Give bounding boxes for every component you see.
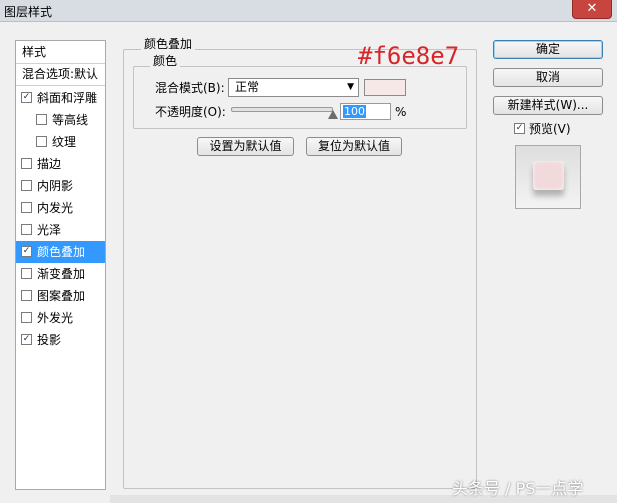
style-item-label: 内阴影 xyxy=(37,179,74,193)
styles-list: 样式 混合选项:默认 ✓ 斜面和浮雕 等高线 纹理 描边 内阴影 内发光 光泽 ✓ 颜色叠加 渐变叠… xyxy=(15,40,106,490)
style-item[interactable]: ✓ 投影 xyxy=(16,329,105,351)
style-item[interactable]: 内发光 xyxy=(16,197,105,219)
style-item-label: 等高线 xyxy=(52,113,89,127)
style-item[interactable]: 纹理 xyxy=(16,131,105,153)
style-item-label: 外发光 xyxy=(37,311,74,325)
style-item-label: 渐变叠加 xyxy=(37,267,86,281)
reset-default-button[interactable]: 复位为默认值 xyxy=(306,137,402,156)
style-item-label: 纹理 xyxy=(52,135,77,149)
checkbox-icon[interactable] xyxy=(21,202,32,213)
checkbox-icon[interactable] xyxy=(21,312,32,323)
checkbox-checked-icon[interactable]: ✓ xyxy=(21,246,32,257)
blend-mode-label: 混合模式(B): xyxy=(155,81,225,95)
style-item[interactable]: 光泽 xyxy=(16,219,105,241)
style-item-label: 光泽 xyxy=(37,223,62,237)
style-item[interactable]: 外发光 xyxy=(16,307,105,329)
slider-thumb-icon[interactable] xyxy=(328,110,338,119)
checkbox-icon[interactable] xyxy=(21,180,32,191)
style-item[interactable]: 描边 xyxy=(16,153,105,175)
checkbox-icon[interactable] xyxy=(36,114,47,125)
checkbox-icon[interactable] xyxy=(21,268,32,279)
new-style-button[interactable]: 新建样式(W)... xyxy=(493,96,603,115)
checkbox-icon[interactable] xyxy=(21,224,32,235)
style-item[interactable]: ✓ 颜色叠加 xyxy=(16,241,105,263)
cancel-button[interactable]: 取消 xyxy=(493,68,603,87)
blend-mode-select[interactable]: 正常 ▼ xyxy=(228,78,359,97)
list-divider xyxy=(16,85,105,86)
watermark: 头条号 / PS一点学 xyxy=(452,479,584,498)
style-item[interactable]: 渐变叠加 xyxy=(16,263,105,285)
opacity-unit: % xyxy=(395,105,407,119)
checkbox-checked-icon[interactable]: ✓ xyxy=(21,334,32,345)
style-item[interactable]: 内阴影 xyxy=(16,175,105,197)
checkbox-icon[interactable] xyxy=(21,290,32,301)
style-item-label: 内发光 xyxy=(37,201,74,215)
preview-thumbnail xyxy=(533,161,564,190)
ok-button[interactable]: 确定 xyxy=(493,40,603,59)
style-item[interactable]: 图案叠加 xyxy=(16,285,105,307)
style-item-label: 图案叠加 xyxy=(37,289,86,303)
color-subgroup-title: 颜色 xyxy=(150,54,181,68)
style-item[interactable]: 等高线 xyxy=(16,109,105,131)
checkbox-checked-icon[interactable]: ✓ xyxy=(21,92,32,103)
set-default-button[interactable]: 设置为默认值 xyxy=(197,137,294,156)
blend-mode-value: 正常 xyxy=(235,80,260,94)
style-item-label: 斜面和浮雕 xyxy=(37,91,98,105)
style-item-label: 投影 xyxy=(37,333,62,347)
styles-header: 样式 xyxy=(22,45,47,59)
preview-label: 预览(V) xyxy=(529,122,571,136)
opacity-value: 100 xyxy=(343,105,366,118)
style-item-label: 颜色叠加 xyxy=(37,245,86,259)
opacity-label: 不透明度(O): xyxy=(155,105,226,119)
opacity-slider[interactable] xyxy=(231,107,333,112)
color-overlay-title: 颜色叠加 xyxy=(141,37,196,51)
opacity-input[interactable]: 100 xyxy=(340,103,391,120)
close-icon: ✕ xyxy=(586,1,598,16)
chevron-down-icon: ▼ xyxy=(347,82,354,92)
checkbox-icon[interactable] xyxy=(36,136,47,147)
window-title: 图层样式 xyxy=(4,5,53,19)
title-bar xyxy=(0,0,617,22)
checkbox-icon[interactable] xyxy=(21,158,32,169)
style-item-label: 描边 xyxy=(37,157,62,171)
color-swatch[interactable] xyxy=(364,79,406,96)
close-button[interactable]: ✕ xyxy=(572,0,612,19)
style-item[interactable]: ✓ 斜面和浮雕 xyxy=(16,87,105,109)
blend-options-item[interactable]: 混合选项:默认 xyxy=(16,63,111,85)
preview-checkbox[interactable]: ✓ xyxy=(514,123,525,134)
style-preview xyxy=(515,145,581,209)
